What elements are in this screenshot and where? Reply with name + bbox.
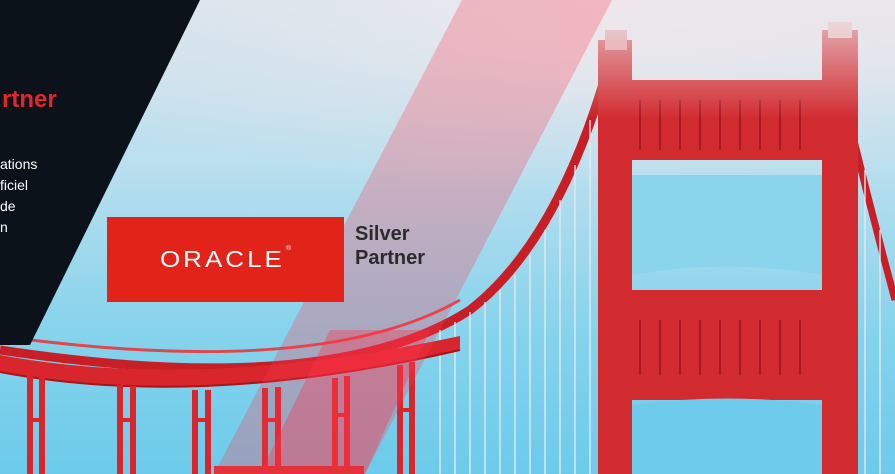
oracle-wordmark: ORACLE® xyxy=(160,246,291,274)
panel-line: ficiel xyxy=(0,177,29,193)
trademark-symbol: ® xyxy=(285,245,292,252)
panel-title: rtner xyxy=(2,86,57,113)
oracle-logo: ORACLE® xyxy=(107,217,344,302)
partner-level-line1: Silver xyxy=(355,223,410,245)
oracle-brand-text: ORACLE xyxy=(159,245,285,273)
partner-level-label: Silver Partner xyxy=(355,222,425,270)
partner-level-line2: Partner xyxy=(355,247,426,269)
partner-banner: rtner ations ficiel de n ORACLE® Silver … xyxy=(0,0,895,474)
panel-line: de xyxy=(0,198,16,214)
bottom-red-tab xyxy=(214,466,364,474)
panel-line: ations xyxy=(0,156,38,172)
